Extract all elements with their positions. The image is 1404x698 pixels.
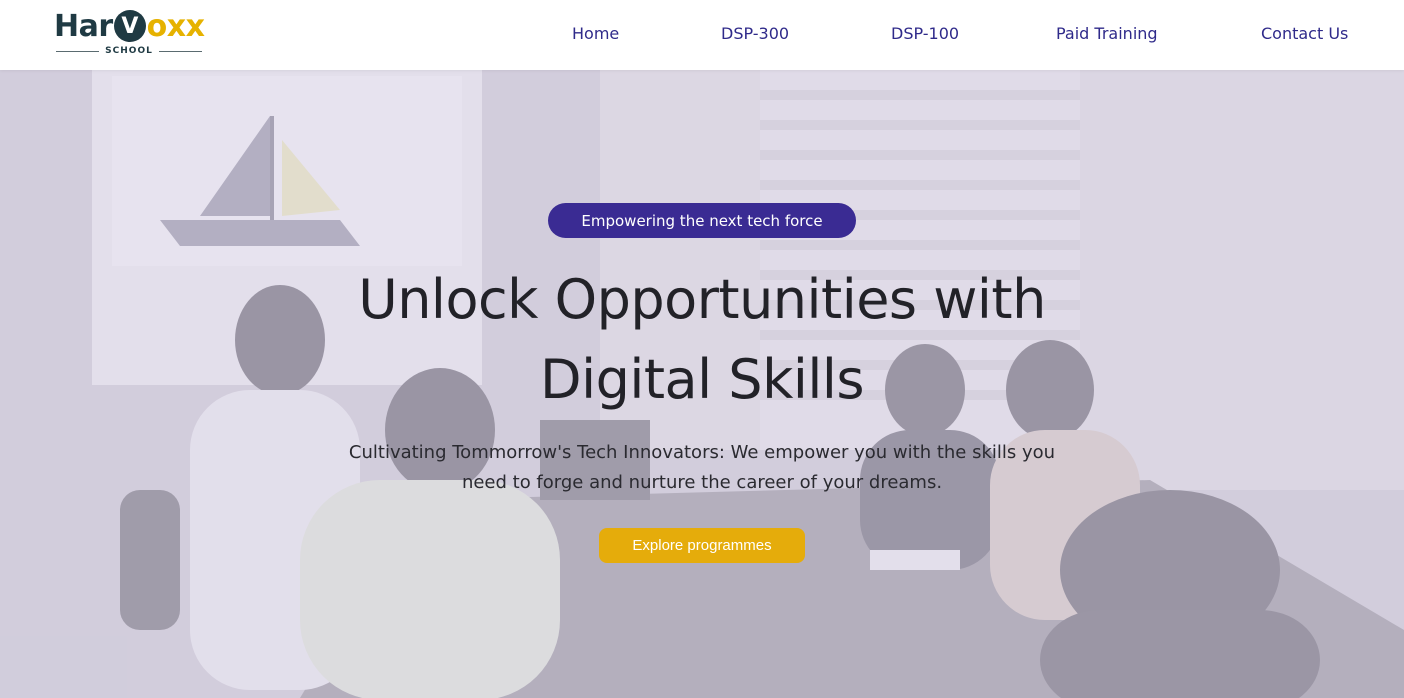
logo-text-oxx: oxx [146,8,205,44]
logo-divider-left [56,50,100,52]
nav-contact-us[interactable]: Contact Us [1261,24,1348,43]
hero-headline: Unlock Opportunities with Digital Skills [282,260,1122,420]
nav-dsp-300[interactable]: DSP-300 [721,24,789,43]
site-header: Har V oxx SCHOOL Home DSP-300 DSP-100 Pa… [0,0,1404,70]
hero-description: Cultivating Tommorrow's Tech Innovators:… [348,442,1056,493]
harvoxx-school-logo[interactable]: Har V oxx SCHOOL [54,8,214,60]
hero-section: Empowering the next tech force Unlock Op… [0,70,1404,698]
nav-dsp-100[interactable]: DSP-100 [891,24,959,43]
explore-programmes-button[interactable]: Explore programmes [599,528,805,563]
hero-headline-line1: Unlock Opportunities with [358,268,1046,331]
logo-divider-right [158,50,202,52]
logo-subline: SCHOOL [56,45,202,57]
logo-text-har: Har [54,8,113,44]
hero-headline-line2: Digital Skills [540,348,865,411]
nav-paid-training[interactable]: Paid Training [1056,24,1158,43]
hero-tagline-badge: Empowering the next tech force [548,203,856,238]
logo-school-text: SCHOOL [105,46,153,56]
nav-home[interactable]: Home [572,24,619,43]
logo-v-badge-icon: V [113,10,146,42]
logo-wordmark: Har V oxx [54,8,205,44]
